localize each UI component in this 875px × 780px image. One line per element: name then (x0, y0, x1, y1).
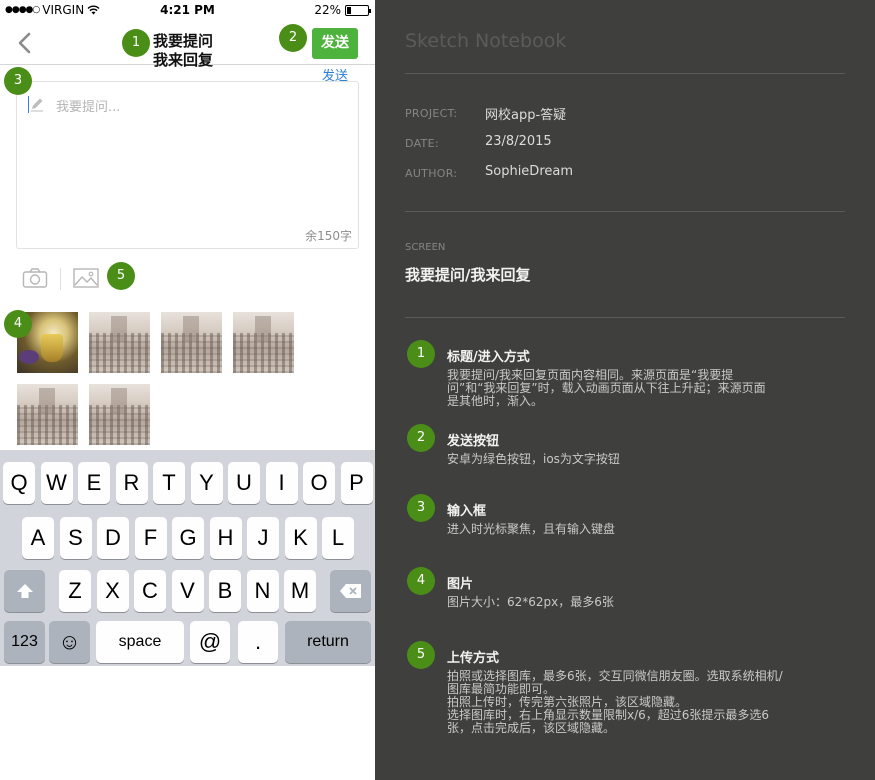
key-m[interactable]: M (284, 570, 316, 612)
date-value: 23/8/2015 (485, 134, 552, 149)
character-counter: 余150字 (305, 229, 352, 243)
annotation-badge-3: 3 (4, 67, 32, 95)
photo-thumbnail-5[interactable] (17, 384, 78, 445)
battery-fill (347, 6, 351, 14)
author-label: AUTHOR: (405, 167, 458, 180)
emoji-key[interactable]: ☺ (49, 621, 90, 663)
camera-icon[interactable] (22, 267, 48, 289)
key-x[interactable]: X (96, 570, 129, 612)
note-badge-5: 5 (407, 641, 435, 669)
annotation-badge-2: 2 (279, 24, 307, 52)
key-q[interactable]: Q (3, 462, 35, 504)
return-key[interactable]: return (285, 621, 371, 663)
key-d[interactable]: D (97, 517, 129, 559)
key-h[interactable]: H (209, 517, 242, 559)
annotation-badge-4: 4 (4, 310, 32, 338)
note-body-4: 图片大小：62*62px，最多6张 (447, 595, 614, 609)
key-t[interactable]: T (153, 462, 185, 504)
note-title-3: 输入框 (447, 504, 487, 519)
key-s[interactable]: S (59, 517, 92, 559)
note-badge-4: 4 (407, 567, 435, 595)
question-input[interactable]: 我要提问... 余150字 (16, 81, 359, 249)
divider (405, 211, 845, 212)
photo-thumbnail-4[interactable] (233, 312, 294, 373)
key-y[interactable]: Y (190, 462, 223, 504)
backspace-key[interactable] (330, 570, 371, 612)
key-p[interactable]: P (340, 462, 373, 504)
key-a[interactable]: A (22, 517, 54, 559)
note-body-5: 拍照或选择图库，最多6张，交互同微信朋友圈。选取系统相机/ 图库最简功能即可。 … (447, 669, 783, 735)
battery-status: 22% (314, 3, 371, 17)
key-o[interactable]: O (303, 462, 335, 504)
date-label: DATE: (405, 137, 439, 150)
key-g[interactable]: G (172, 517, 204, 559)
photo-thumbnail-6[interactable] (89, 384, 150, 445)
space-key[interactable]: space (96, 621, 184, 663)
navigation-bar: 我要提问 我来回复 发送 (0, 20, 375, 69)
back-chevron-icon[interactable] (17, 32, 33, 54)
key-u[interactable]: U (228, 462, 260, 504)
key-w[interactable]: W (40, 462, 73, 504)
sketch-notebook-panel: Sketch Notebook PROJECT: 网校app-答疑 DATE: … (375, 0, 875, 780)
key-k[interactable]: K (284, 517, 317, 559)
upload-divider (60, 268, 61, 290)
key-l[interactable]: L (322, 517, 354, 559)
annotation-badge-5: 5 (107, 262, 135, 290)
page-title-line2: 我来回复 (153, 51, 214, 69)
send-button-android[interactable]: 发送 (312, 28, 358, 59)
project-label: PROJECT: (405, 107, 458, 120)
backspace-icon (339, 584, 361, 598)
key-i[interactable]: I (265, 462, 298, 504)
key-e[interactable]: E (78, 462, 110, 504)
annotation-badge-1: 1 (122, 29, 150, 57)
project-value: 网校app-答疑 (485, 108, 567, 123)
notebook-title: Sketch Notebook (405, 30, 567, 52)
key-n[interactable]: N (246, 570, 279, 612)
keyboard: QWERTYUIOP ASDFGHJKL ZXCVBNM 123 ☺ space… (0, 450, 375, 666)
battery-icon (345, 4, 371, 16)
key-z[interactable]: Z (59, 570, 91, 612)
note-badge-2: 2 (407, 424, 435, 452)
divider (405, 73, 845, 74)
input-placeholder: 我要提问... (56, 100, 121, 115)
key-j[interactable]: J (247, 517, 279, 559)
shift-arrow-icon (16, 584, 33, 598)
dot-key[interactable]: . (238, 621, 278, 663)
page-title: 我要提问 我来回复 (153, 32, 213, 70)
photo-thumbnail-2[interactable] (89, 312, 150, 373)
key-f[interactable]: F (134, 517, 167, 559)
note-title-4: 图片 (447, 577, 474, 592)
photo-thumbnail-3[interactable] (161, 312, 222, 373)
note-badge-1: 1 (407, 340, 435, 368)
screen-label: SCREEN (405, 242, 446, 253)
note-body-2: 安卓为绿色按钮，ios为文字按钮 (447, 452, 620, 466)
key-c[interactable]: C (134, 570, 166, 612)
at-key[interactable]: @ (190, 621, 230, 663)
author-value: SophieDream (485, 164, 574, 179)
key-b[interactable]: B (209, 570, 241, 612)
battery-percent: 22% (314, 3, 341, 17)
status-bar: ●●●●○ VIRGIN 4:21 PM 22% (0, 0, 375, 20)
key-r[interactable]: R (115, 462, 148, 504)
note-body-3: 进入时光标聚焦，且有输入键盘 (447, 522, 616, 536)
divider (405, 317, 845, 318)
note-badge-3: 3 (407, 494, 435, 522)
numbers-key[interactable]: 123 (4, 621, 45, 663)
note-title-5: 上传方式 (447, 651, 500, 666)
page-title-line1: 我要提问 (153, 32, 214, 50)
gallery-icon[interactable] (73, 268, 99, 288)
phone-screen: ●●●●○ VIRGIN 4:21 PM 22% 我要提问 我来回复 发送 发送 (0, 0, 375, 780)
shift-key[interactable] (4, 570, 45, 612)
screen-name: 我要提问/我来回复 (405, 266, 531, 284)
note-title-1: 标题/进入方式 (447, 350, 530, 365)
note-body-1: 我要提问/我来回复页面内容相同。来源页面是“我要提 问”和“我来回复”时，载入动… (447, 368, 766, 408)
key-v[interactable]: V (171, 570, 204, 612)
pencil-icon (31, 98, 43, 112)
note-title-2: 发送按钮 (447, 434, 500, 449)
